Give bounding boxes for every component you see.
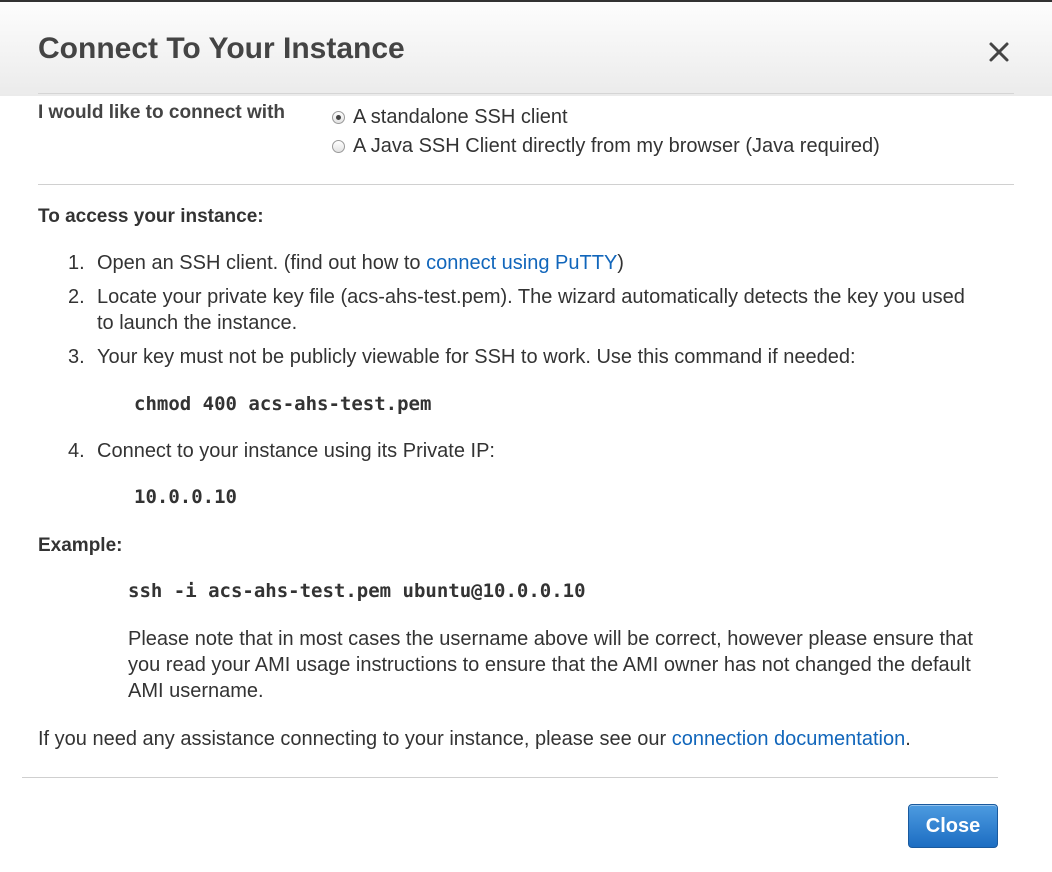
step-2-text: Locate your private key file (acs-ahs-te… bbox=[97, 286, 965, 334]
close-button[interactable]: Close bbox=[908, 804, 998, 848]
connect-dialog: Connect To Your Instance I would like to… bbox=[0, 0, 1052, 872]
access-heading: To access your instance: bbox=[38, 206, 264, 227]
ssh-example-command: ssh -i acs-ahs-test.pem ubuntu@10.0.0.10 bbox=[128, 580, 586, 602]
close-icon[interactable] bbox=[986, 36, 1014, 64]
step-1-after: ) bbox=[617, 252, 624, 274]
section-divider bbox=[38, 184, 1014, 185]
dialog-title: Connect To Your Instance bbox=[38, 32, 405, 65]
step-1-before: Open an SSH client. (find out how to bbox=[97, 252, 427, 274]
footer-divider bbox=[22, 777, 998, 778]
standalone-ssh-radio[interactable] bbox=[332, 111, 345, 124]
step-number: 4. bbox=[68, 440, 85, 462]
connection-documentation-link[interactable]: connection documentation bbox=[672, 728, 906, 750]
chmod-command: chmod 400 acs-ahs-test.pem bbox=[134, 393, 432, 415]
putty-link[interactable]: connect using PuTTY bbox=[426, 252, 617, 274]
java-ssh-label[interactable]: A Java SSH Client directly from my brows… bbox=[353, 135, 880, 158]
java-ssh-radio[interactable] bbox=[332, 140, 345, 153]
option-java-ssh[interactable]: A Java SSH Client directly from my brows… bbox=[332, 135, 880, 158]
assistance-after: . bbox=[905, 728, 911, 750]
step-number: 1. bbox=[68, 252, 85, 274]
step-number: 3. bbox=[68, 346, 85, 368]
private-ip: 10.0.0.10 bbox=[134, 486, 237, 508]
step-4-text: Connect to your instance using its Priva… bbox=[97, 440, 495, 462]
dialog-header: Connect To Your Instance bbox=[0, 0, 1052, 96]
step-3-text: Your key must not be publicly viewable f… bbox=[97, 346, 856, 368]
assistance-before: If you need any assistance connecting to… bbox=[38, 728, 672, 750]
connect-with-label: I would like to connect with bbox=[38, 102, 286, 123]
option-standalone-ssh[interactable]: A standalone SSH client bbox=[332, 106, 568, 129]
example-heading: Example: bbox=[38, 535, 123, 556]
standalone-ssh-label[interactable]: A standalone SSH client bbox=[353, 106, 568, 129]
header-divider bbox=[38, 93, 1014, 94]
username-note: Please note that in most cases the usern… bbox=[128, 628, 973, 702]
step-number: 2. bbox=[68, 286, 85, 308]
assistance-text: If you need any assistance connecting to… bbox=[38, 728, 911, 751]
step-1-text: Open an SSH client. (find out how to con… bbox=[97, 250, 987, 276]
